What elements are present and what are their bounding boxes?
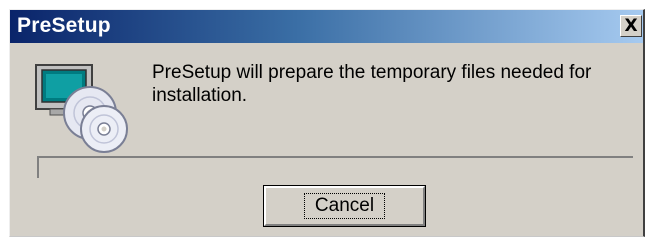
presetup-dialog: PreSetup X PreSetup will prepare the tem… bbox=[9, 9, 645, 237]
cancel-button[interactable]: Cancel bbox=[263, 185, 426, 227]
close-icon: X bbox=[624, 15, 638, 36]
close-button[interactable]: X bbox=[620, 15, 642, 37]
computer-with-discs-icon bbox=[35, 64, 128, 153]
title-bar: PreSetup X bbox=[10, 10, 643, 43]
window-title: PreSetup bbox=[17, 14, 111, 37]
cancel-button-label: Cancel bbox=[303, 193, 386, 219]
progress-bar bbox=[37, 156, 633, 178]
cancel-button-face[interactable]: Cancel bbox=[264, 186, 425, 226]
setup-message: PreSetup will prepare the temporary file… bbox=[152, 62, 592, 106]
